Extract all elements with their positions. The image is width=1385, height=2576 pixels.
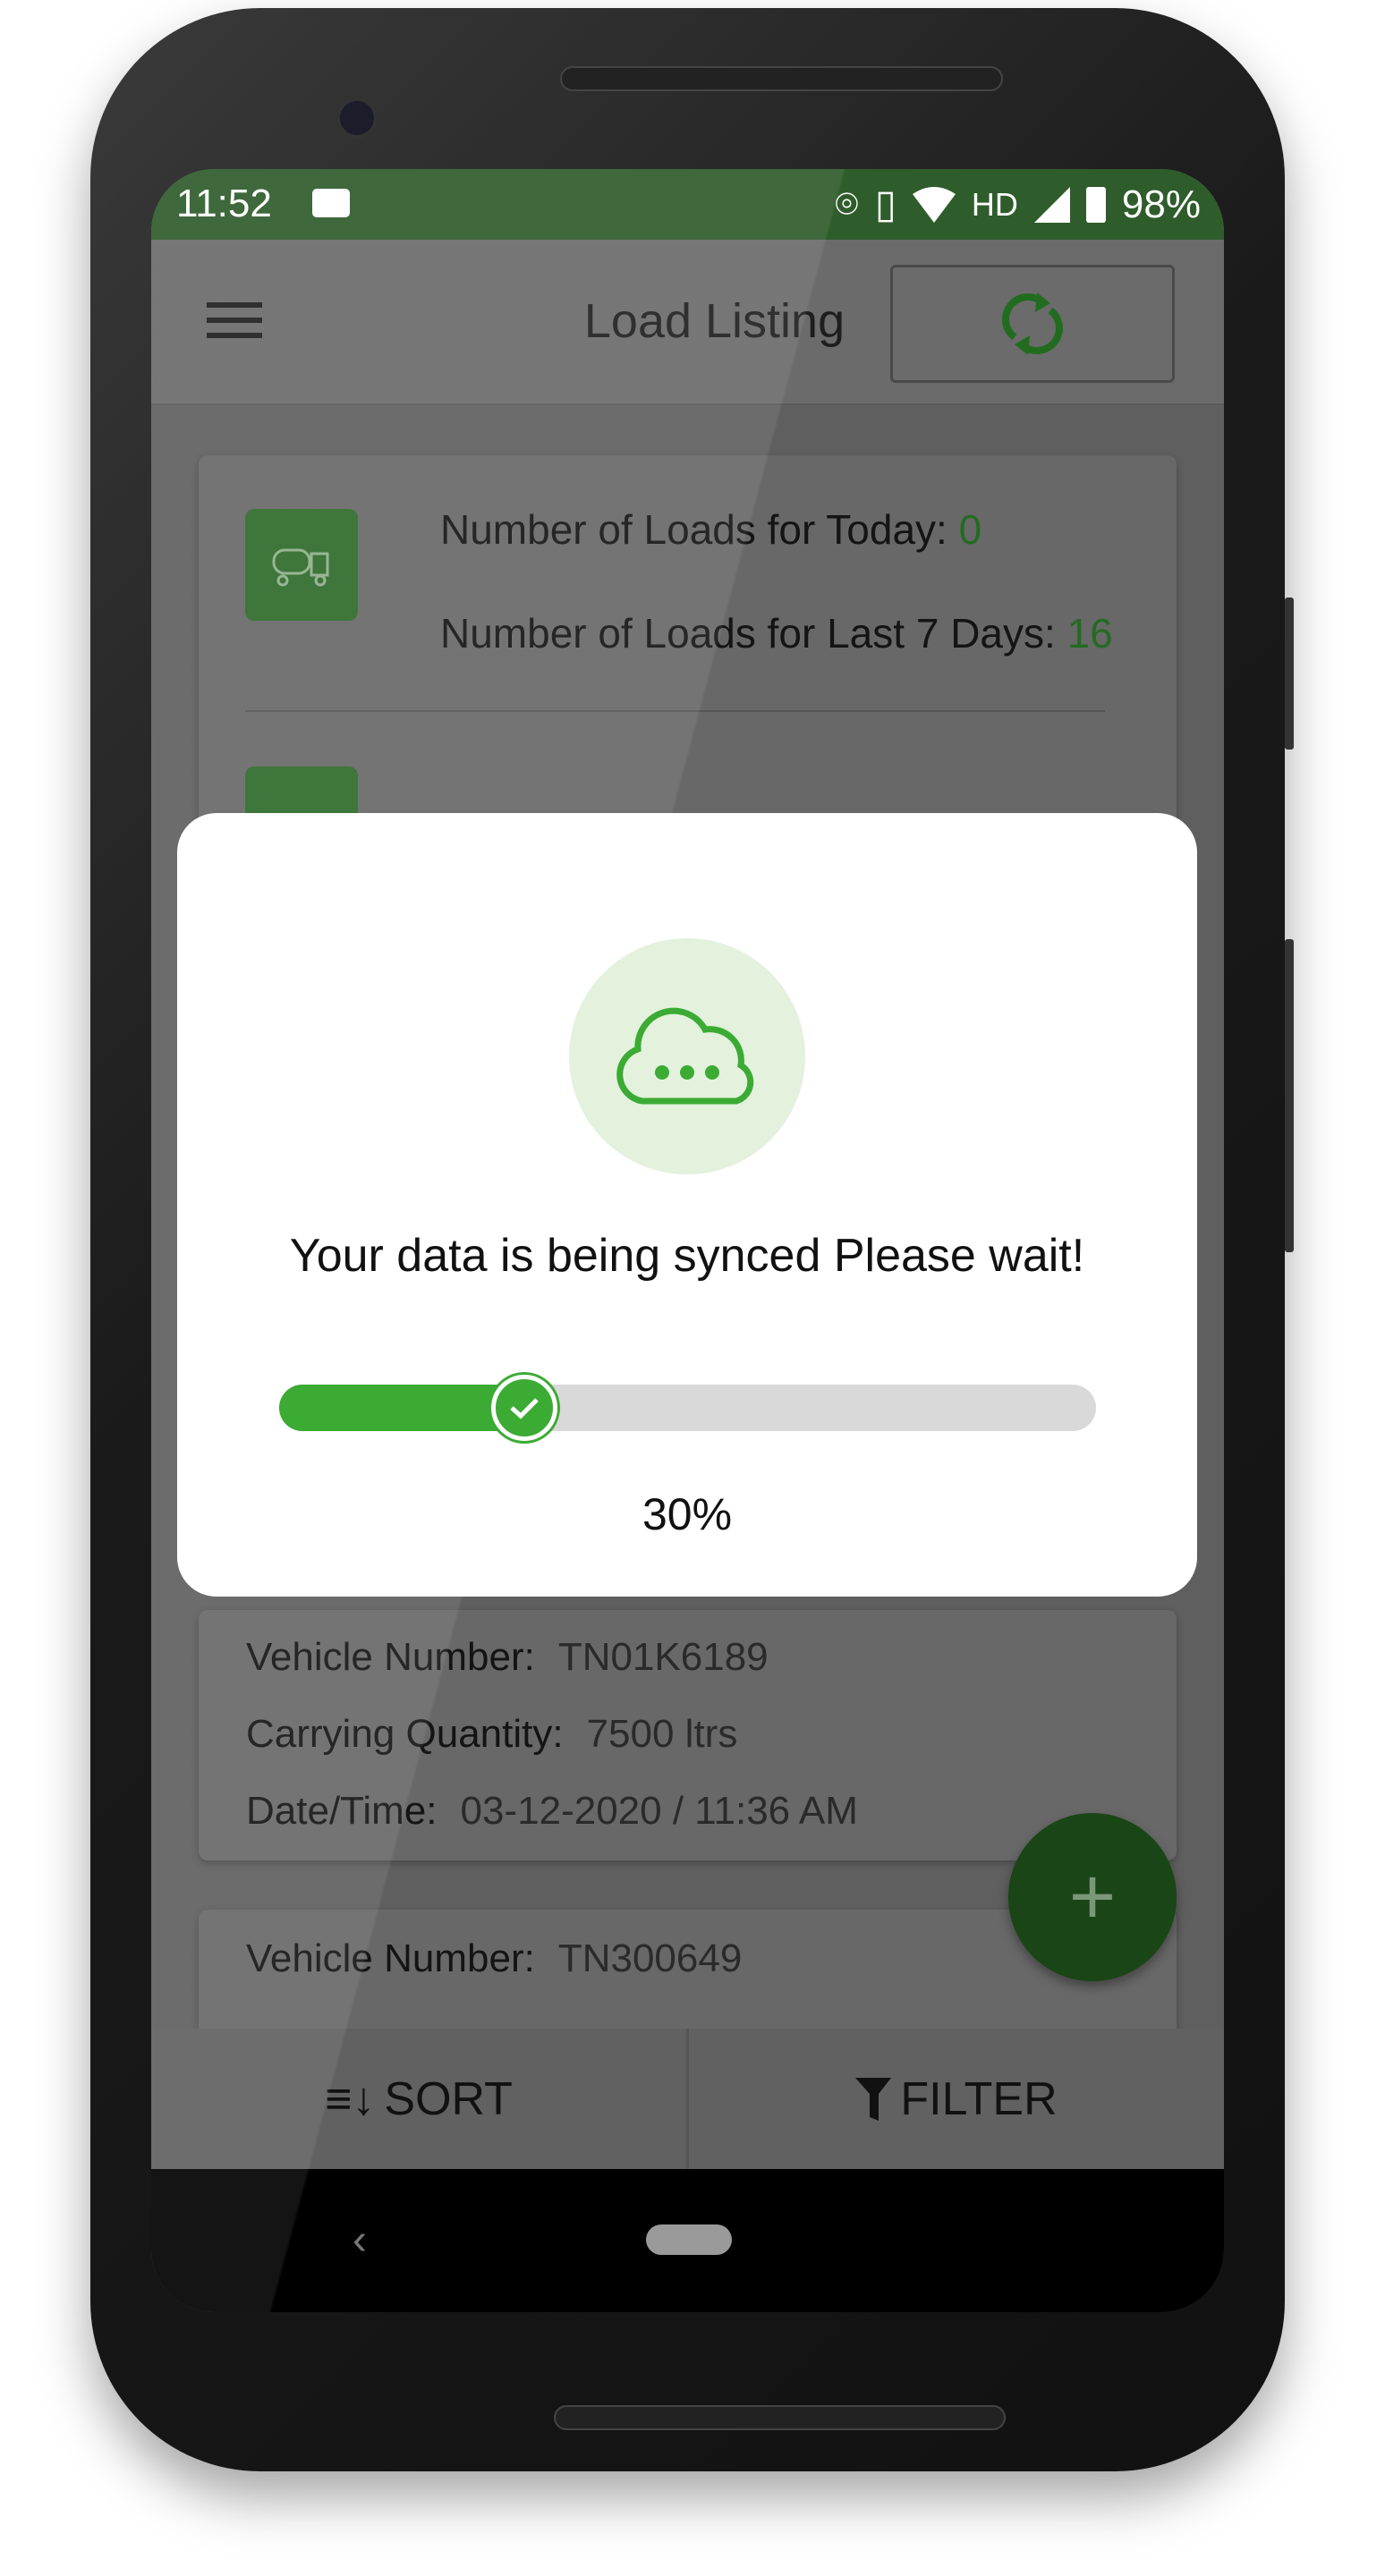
loads-today-value: 0 <box>958 506 982 553</box>
carrying-quantity: 7500 ltrs <box>586 1712 738 1756</box>
tanker-truck-icon <box>245 509 358 621</box>
sync-message: Your data is being synced Please wait! <box>289 1230 1085 1282</box>
loads-today: Number of Loads for Today: 0 <box>440 506 982 553</box>
camera <box>336 97 378 139</box>
battery-icon <box>1085 186 1106 223</box>
divider <box>245 710 1105 712</box>
power-button <box>1285 597 1294 750</box>
filter-button[interactable]: FILTER <box>689 2029 1224 2169</box>
progress-percent: 30% <box>642 1489 733 1539</box>
location-icon: ⌾ <box>835 182 859 226</box>
sync-icon <box>1002 292 1063 355</box>
load-card[interactable]: Vehicle Number: TN01K6189 Carrying Quanti… <box>199 1610 1177 1860</box>
filter-icon <box>855 2077 892 2121</box>
bottom-bar: ≡↓ SORT FILTER <box>151 2029 1224 2169</box>
sync-progress-bar <box>279 1375 1096 1441</box>
speaker <box>560 66 1003 91</box>
wifi-icon <box>912 186 956 223</box>
check-icon <box>490 1375 557 1441</box>
loads-last-7-days: Number of Loads for Last 7 Days: 16 <box>440 610 1113 657</box>
network-type: HD <box>971 185 1018 223</box>
battery-level: 98% <box>1121 182 1201 226</box>
date-time: 03-12-2020 / 11:36 AM <box>460 1789 858 1833</box>
sync-button[interactable] <box>890 265 1175 383</box>
home-button[interactable] <box>646 2224 732 2255</box>
app-bar: Load Listing <box>151 240 1224 405</box>
volume-button <box>1285 939 1294 1252</box>
cloud-sync-icon <box>569 938 805 1174</box>
back-icon[interactable]: ‹ <box>353 2216 367 2265</box>
sort-icon: ≡↓ <box>325 2072 376 2125</box>
sort-button[interactable]: ≡↓ SORT <box>151 2029 689 2169</box>
navigation-bar: ‹ <box>151 2169 1224 2312</box>
plus-icon: + <box>1068 1852 1117 1942</box>
signal-icon <box>1033 186 1070 223</box>
loads-week-value: 16 <box>1066 610 1113 657</box>
sync-dialog: Your data is being synced Please wait! 3… <box>177 813 1197 1597</box>
vehicle-number: TN01K6189 <box>557 1635 769 1679</box>
news-icon <box>312 189 350 217</box>
status-time: 11:52 <box>176 182 272 225</box>
bottom-speaker <box>554 2405 1006 2430</box>
vibrate-icon: ▯ <box>874 182 896 226</box>
vehicle-number: TN300649 <box>557 1936 743 1980</box>
status-bar: 11:52 ⌾ ▯ HD 98% <box>151 169 1224 240</box>
add-load-button[interactable]: + <box>1008 1813 1177 1981</box>
